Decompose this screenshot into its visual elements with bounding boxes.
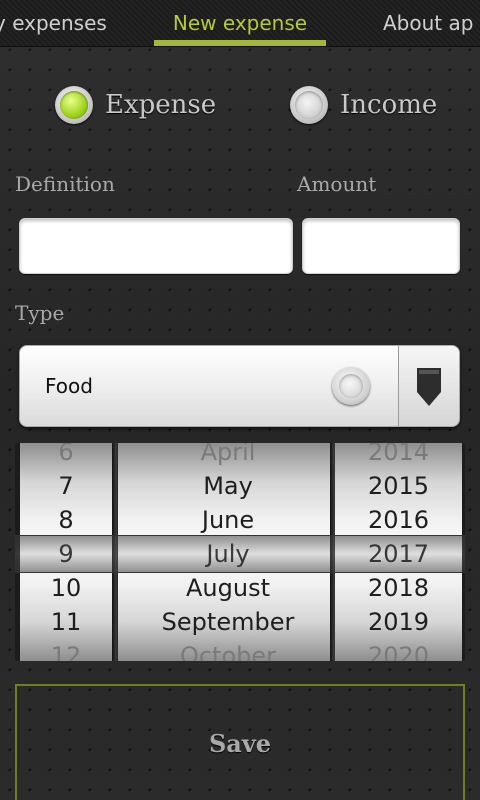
tab-my-expenses[interactable]: y expenses bbox=[0, 0, 107, 46]
expense-radio-label: Expense bbox=[105, 90, 217, 120]
expense-radio[interactable] bbox=[55, 86, 93, 124]
year-option[interactable]: 2015 bbox=[335, 469, 462, 503]
amount-label: Amount bbox=[297, 172, 377, 196]
month-option[interactable]: October bbox=[118, 639, 338, 661]
month-option[interactable]: April bbox=[118, 443, 338, 469]
tab-bar: y expenses New expense About ap bbox=[0, 0, 480, 47]
type-selected-radio-icon bbox=[332, 367, 370, 405]
day-option[interactable]: 6 bbox=[20, 443, 112, 469]
amount-input[interactable] bbox=[302, 218, 460, 274]
day-option[interactable]: 8 bbox=[20, 503, 112, 537]
day-wheel[interactable]: 6 7 8 9 10 11 12 bbox=[20, 443, 112, 661]
month-wheel[interactable]: April May June July August September Oct… bbox=[118, 443, 338, 661]
month-option[interactable]: September bbox=[118, 605, 338, 639]
year-wheel[interactable]: 2014 2015 2016 2017 2018 2019 2020 bbox=[335, 443, 462, 661]
month-option[interactable]: June bbox=[118, 503, 338, 537]
type-dropdown-button[interactable] bbox=[398, 346, 459, 426]
month-option-selected[interactable]: July bbox=[118, 537, 338, 571]
income-radio-label: Income bbox=[340, 90, 438, 120]
year-option[interactable]: 2019 bbox=[335, 605, 462, 639]
month-option[interactable]: May bbox=[118, 469, 338, 503]
type-select-value: Food bbox=[45, 374, 93, 398]
date-picker: 6 7 8 9 10 11 12 April May June July Aug… bbox=[15, 443, 465, 661]
year-option[interactable]: 2016 bbox=[335, 503, 462, 537]
year-option[interactable]: 2018 bbox=[335, 571, 462, 605]
year-option-selected[interactable]: 2017 bbox=[335, 537, 462, 571]
income-radio[interactable] bbox=[290, 86, 328, 124]
expense-radio-option[interactable]: Expense bbox=[55, 82, 216, 128]
type-label: Type bbox=[15, 301, 65, 325]
day-option[interactable]: 10 bbox=[20, 571, 112, 605]
month-option[interactable]: August bbox=[118, 571, 338, 605]
definition-input[interactable] bbox=[19, 218, 293, 274]
day-option[interactable]: 7 bbox=[20, 469, 112, 503]
day-option[interactable]: 12 bbox=[20, 639, 112, 661]
save-button[interactable]: Save bbox=[15, 684, 465, 800]
active-tab-indicator bbox=[154, 40, 326, 46]
day-option-selected[interactable]: 9 bbox=[20, 537, 112, 571]
year-option[interactable]: 2014 bbox=[335, 443, 462, 469]
income-radio-option[interactable]: Income bbox=[290, 82, 437, 128]
type-select[interactable]: Food bbox=[19, 345, 460, 427]
day-option[interactable]: 11 bbox=[20, 605, 112, 639]
tab-about-app[interactable]: About ap bbox=[383, 0, 473, 46]
definition-label: Definition bbox=[15, 172, 115, 196]
year-option[interactable]: 2020 bbox=[335, 639, 462, 661]
dropdown-arrow-icon bbox=[417, 368, 441, 406]
